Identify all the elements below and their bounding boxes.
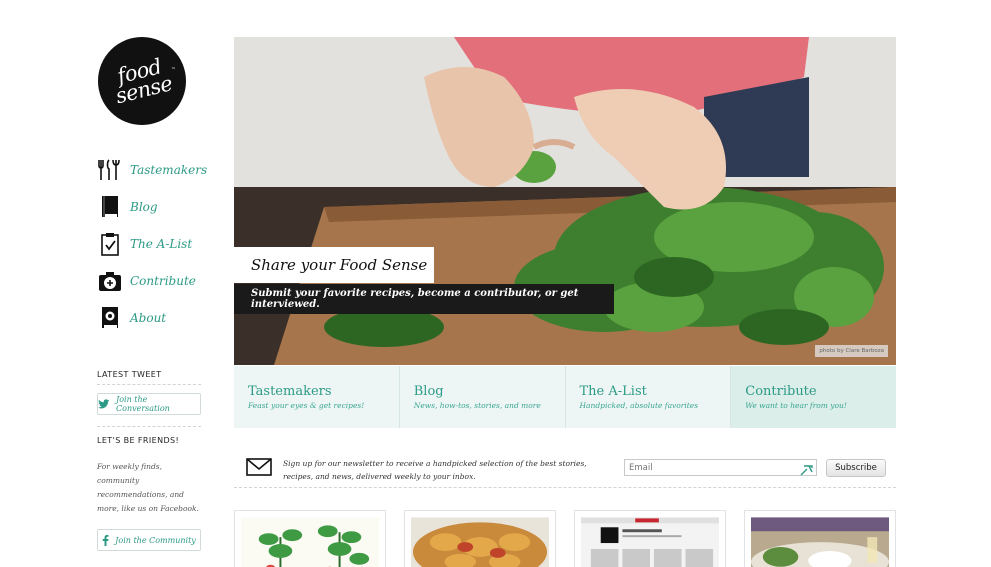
tab-subtitle: News, how-tos, stories, and more [413, 401, 541, 410]
card-plants[interactable] [234, 510, 386, 567]
utensils-icon [97, 157, 123, 183]
facebook-icon [102, 534, 109, 546]
twitter-bird-icon [98, 399, 110, 409]
hero-banner[interactable]: Share your Food Sense Submit your favori… [234, 37, 896, 365]
latest-tweet-block: LATEST TWEET Join the Conversation [97, 370, 201, 415]
card-image-roasted-food [411, 517, 549, 567]
card-image-plants [241, 517, 379, 567]
pencil-icon [800, 461, 813, 480]
logo-trademark: ™ [171, 67, 176, 73]
join-conversation-button[interactable]: Join the Conversation [97, 393, 201, 415]
nav-label: About [130, 310, 167, 325]
join-conversation-label: Join the Conversation [116, 395, 170, 413]
hero-subtitle: Submit your favorite recipes, become a c… [234, 284, 614, 314]
friends-block: LET'S BE FRIENDS! For weekly finds, comm… [97, 436, 201, 551]
tab-title: The A-List [579, 384, 647, 399]
nav-item-tastemakers[interactable]: Tastemakers [97, 151, 227, 188]
tab-title: Contribute [745, 384, 817, 399]
card-dining-table[interactable] [744, 510, 896, 567]
food-sense-logo[interactable]: food sense ™ [98, 37, 186, 125]
tab-contribute[interactable]: Contribute We want to hear from you! [731, 366, 896, 428]
join-community-label: Join the Community [115, 535, 196, 545]
friends-copy: For weekly finds, community recommendati… [97, 462, 199, 513]
hero-title: Share your Food Sense [234, 247, 434, 283]
newsletter-signup: Sign up for our newsletter to receive a … [234, 450, 896, 488]
book-icon [97, 194, 123, 220]
envelope-icon [246, 458, 272, 480]
tab-blog[interactable]: Blog News, how-tos, stories, and more [399, 366, 566, 428]
tab-title: Blog [413, 384, 444, 399]
nav-item-about[interactable]: About [97, 299, 227, 336]
nav-label: The A-List [130, 236, 193, 251]
friends-title: LET'S BE FRIENDS! [97, 436, 180, 445]
nav-item-blog[interactable]: Blog [97, 188, 227, 225]
email-input[interactable] [624, 459, 817, 476]
nav-label: Tastemakers [130, 162, 208, 177]
tab-title: Tastemakers [248, 384, 332, 399]
tab-subtitle: Handpicked, absolute favorites [579, 401, 699, 410]
subscribe-button[interactable]: Subscribe [826, 459, 886, 477]
sidebar-divider [97, 426, 201, 427]
tab-tastemakers[interactable]: Tastemakers Feast your eyes & get recipe… [234, 366, 400, 428]
tab-a-list[interactable]: The A-List Handpicked, absolute favorite… [565, 366, 732, 428]
photo-credit: photo by Clare Barboza [815, 345, 888, 357]
card-website-screenshot[interactable] [574, 510, 726, 567]
logo-text: food sense [113, 54, 175, 109]
address-book-icon [97, 305, 123, 331]
camera-plus-icon [97, 268, 123, 294]
newsletter-text: Sign up for our newsletter to receive a … [283, 459, 587, 481]
tab-subtitle: We want to hear from you! [745, 401, 847, 410]
card-roasted-food[interactable] [404, 510, 556, 567]
nav-item-contribute[interactable]: Contribute [97, 262, 227, 299]
section-tabs: Tastemakers Feast your eyes & get recipe… [234, 366, 896, 428]
tab-subtitle: Feast your eyes & get recipes! [248, 401, 365, 410]
clipboard-check-icon [97, 231, 123, 257]
nav-item-a-list[interactable]: The A-List [97, 225, 227, 262]
join-community-button[interactable]: Join the Community [97, 529, 201, 551]
card-image-website [581, 517, 719, 567]
card-image-dining [751, 517, 889, 567]
main-nav: Tastemakers Blog The A-List Contribute A… [97, 151, 227, 336]
nav-label: Contribute [130, 273, 196, 288]
hero-photo-herbs [234, 37, 896, 365]
latest-tweet-title: LATEST TWEET [97, 370, 201, 385]
nav-label: Blog [130, 199, 158, 214]
